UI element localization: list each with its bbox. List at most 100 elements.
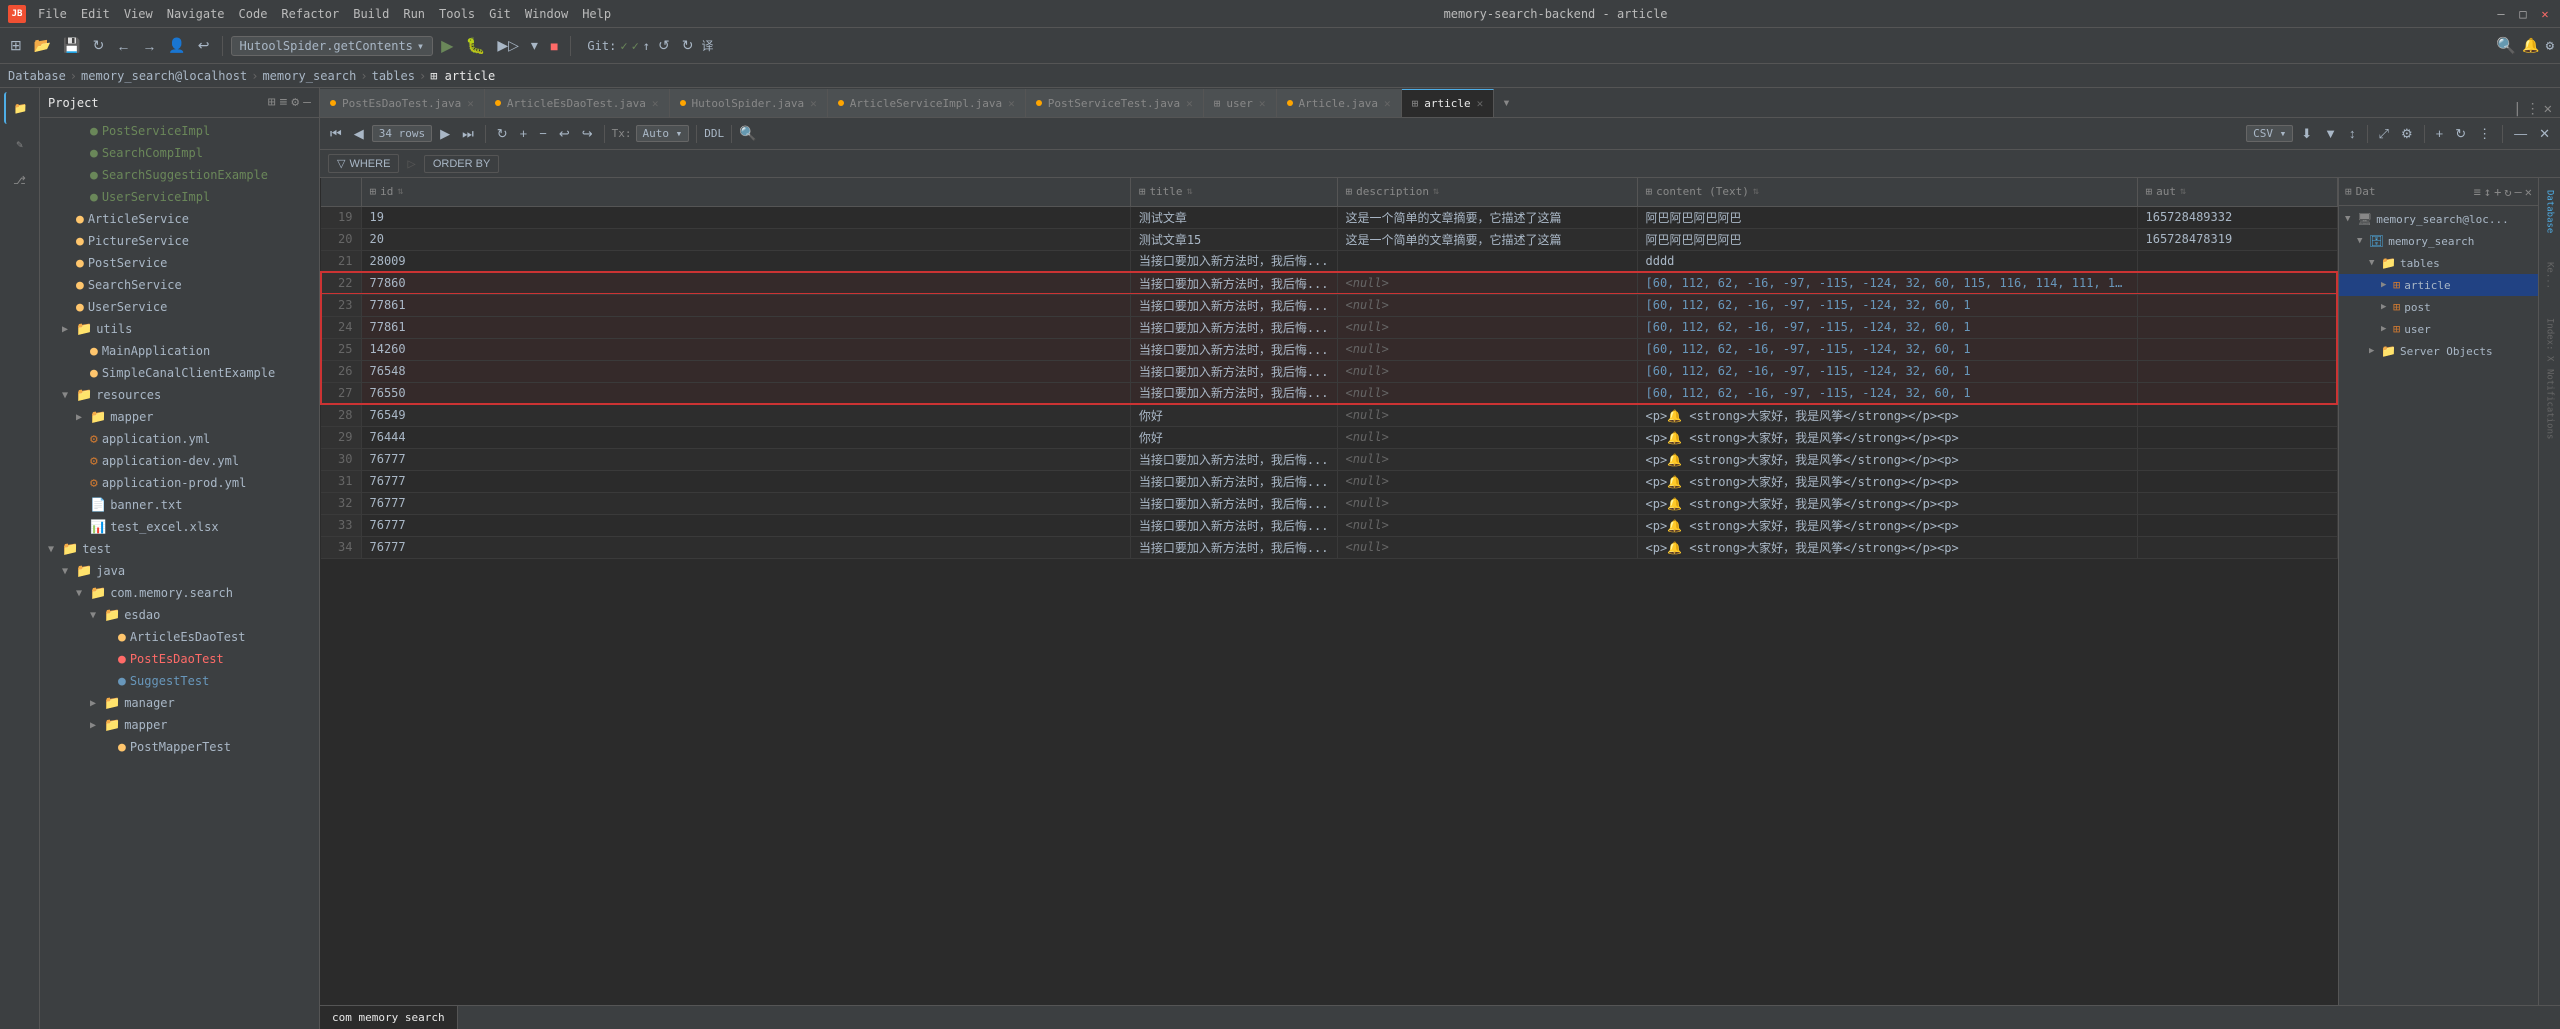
csv-dropdown[interactable]: CSV ▾ xyxy=(2246,125,2293,142)
tab-articleEsDaoTest[interactable]: ArticleEsDaoTest.java ✕ xyxy=(485,89,670,117)
back-button[interactable]: ← xyxy=(112,36,134,56)
bottom-tab-com-memory-search[interactable]: com memory search xyxy=(320,1006,458,1029)
author-cell[interactable]: 165728478319 xyxy=(2137,228,2337,250)
author-cell[interactable]: 165728489332 xyxy=(2137,206,2337,228)
collapse-all-icon[interactable]: ≡ xyxy=(280,95,288,110)
run-with-coverage-button[interactable]: ▶▷ xyxy=(493,35,523,56)
menu-edit[interactable]: Edit xyxy=(75,5,116,23)
table-row[interactable]: 32 76777 当接口要加入新方法时，我后悔... <null> <p>🔔 <… xyxy=(321,492,2337,514)
tree-item-esdao[interactable]: ▼ 📁 esdao xyxy=(40,604,319,626)
desc-cell[interactable]: <null> xyxy=(1337,294,1637,316)
search-icon[interactable]: 🔍 xyxy=(739,126,756,142)
title-cell[interactable]: 当接口要加入新方法时，我后悔... xyxy=(1130,316,1337,338)
close-panel-button[interactable]: ✕ xyxy=(2535,124,2554,144)
tab-postServiceTest[interactable]: PostServiceTest.java ✕ xyxy=(1026,89,1204,117)
more-db-button[interactable]: ⋮ xyxy=(2474,124,2495,144)
id-cell[interactable]: 76548 xyxy=(361,360,1130,382)
zoom-icon[interactable]: ⤢ xyxy=(2375,124,2393,144)
tree-item-postMapperTest[interactable]: ● PostMapperTest xyxy=(40,736,319,758)
menu-window[interactable]: Window xyxy=(519,5,574,23)
tab-close-icon[interactable]: ✕ xyxy=(652,97,659,110)
index-x-tab[interactable]: Index: X xyxy=(2541,310,2559,370)
next-page-button[interactable]: ▶ xyxy=(436,124,454,144)
undo-button[interactable]: ↩ xyxy=(194,35,214,56)
author-cell[interactable] xyxy=(2137,272,2337,294)
delete-row-button[interactable]: − xyxy=(535,124,551,143)
add-row-button[interactable]: + xyxy=(516,124,532,143)
author-cell[interactable] xyxy=(2137,294,2337,316)
first-page-button[interactable]: ⏮ xyxy=(326,124,346,144)
id-cell[interactable]: 77861 xyxy=(361,294,1130,316)
tree-item-resources[interactable]: ▼ 📁 resources xyxy=(40,384,319,406)
db-header-btn4[interactable]: ↻ xyxy=(2504,185,2511,199)
commit-sidebar-icon[interactable]: ✎ xyxy=(4,128,36,160)
tree-item-com-memory-search[interactable]: ▼ 📁 com.memory.search xyxy=(40,582,319,604)
tab-articleServiceImpl[interactable]: ArticleServiceImpl.java ✕ xyxy=(828,89,1026,117)
breadcrumb-tables[interactable]: tables xyxy=(372,69,415,83)
content-cell[interactable]: dddd xyxy=(1637,250,2137,272)
tx-dropdown[interactable]: Auto ▾ xyxy=(636,125,690,142)
settings-icon[interactable]: ⚙ xyxy=(291,95,299,110)
breadcrumb-article[interactable]: ⊞ article xyxy=(430,69,495,83)
db-tree-post[interactable]: ▶ ⊞ post xyxy=(2339,296,2538,318)
tree-item-appYml[interactable]: ⚙ application.yml xyxy=(40,428,319,450)
tree-item-userServiceImpl[interactable]: ● UserServiceImpl xyxy=(40,186,319,208)
tree-item-appDevYml[interactable]: ⚙ application-dev.yml xyxy=(40,450,319,472)
tree-item-postServiceImpl[interactable]: ● PostServiceImpl xyxy=(40,120,319,142)
title-cell[interactable]: 当接口要加入新方法时，我后悔... xyxy=(1130,448,1337,470)
tree-item-manager[interactable]: ▶ 📁 manager xyxy=(40,692,319,714)
desc-cell[interactable]: <null> xyxy=(1337,470,1637,492)
table-row[interactable]: 19 19 测试文章 这是一个简单的文章摘要，它描述了这篇 阿巴阿巴阿巴阿巴 1… xyxy=(321,206,2337,228)
last-page-button[interactable]: ⏭ xyxy=(458,124,478,144)
title-cell[interactable]: 当接口要加入新方法时，我后悔... xyxy=(1130,536,1337,558)
col-description[interactable]: ⊞ description ⇅ xyxy=(1337,178,1637,206)
tree-item-searchCompImpl[interactable]: ● SearchCompImpl xyxy=(40,142,319,164)
forward-button[interactable]: → xyxy=(138,36,160,56)
id-cell[interactable]: 76777 xyxy=(361,448,1130,470)
table-row[interactable]: 24 77861 当接口要加入新方法时，我后悔... <null> [60, 1… xyxy=(321,316,2337,338)
filter-button[interactable]: ▼ xyxy=(2320,124,2341,143)
tab-close-icon[interactable]: ✕ xyxy=(810,97,817,110)
id-cell[interactable]: 76550 xyxy=(361,382,1130,404)
rows-dropdown[interactable]: 34 rows xyxy=(372,125,432,142)
content-cell[interactable]: <p>🔔 <strong>大家好，我是风筝</strong></p><p> xyxy=(1637,404,2137,426)
title-cell[interactable]: 当接口要加入新方法时，我后悔... xyxy=(1130,514,1337,536)
menu-tools[interactable]: Tools xyxy=(433,5,481,23)
author-cell[interactable] xyxy=(2137,448,2337,470)
tree-item-pictureService[interactable]: ● PictureService xyxy=(40,230,319,252)
notifications-tab[interactable]: Notifications xyxy=(2541,374,2559,434)
desc-cell[interactable]: <null> xyxy=(1337,448,1637,470)
tree-item-searchService[interactable]: ● SearchService xyxy=(40,274,319,296)
open-button[interactable]: 📂 xyxy=(30,35,55,56)
table-row[interactable]: 29 76444 你好 <null> <p>🔔 <strong>大家好，我是风筝… xyxy=(321,426,2337,448)
tree-item-banner[interactable]: 📄 banner.txt xyxy=(40,494,319,516)
db-header-btn3[interactable]: + xyxy=(2494,185,2501,199)
tab-articleJava[interactable]: Article.java ✕ xyxy=(1277,89,1402,117)
close-all-icon[interactable]: ✕ xyxy=(2544,101,2552,117)
run-button[interactable]: ▶ xyxy=(437,34,457,58)
id-cell[interactable]: 77860 xyxy=(361,272,1130,294)
db-tree-user[interactable]: ▶ ⊞ user xyxy=(2339,318,2538,340)
title-cell[interactable]: 测试文章 xyxy=(1130,206,1337,228)
author-cell[interactable] xyxy=(2137,250,2337,272)
tab-overflow-button[interactable]: ▾ xyxy=(1494,89,1518,117)
breadcrumb-host[interactable]: memory_search@localhost xyxy=(81,69,247,83)
tree-item-articleEsDaoTest[interactable]: ● ArticleEsDaoTest xyxy=(40,626,319,648)
tree-item-test[interactable]: ▼ 📁 test xyxy=(40,538,319,560)
title-cell[interactable]: 当接口要加入新方法时，我后悔... xyxy=(1130,382,1337,404)
title-cell[interactable]: 当接口要加入新方法时，我后悔... xyxy=(1130,338,1337,360)
table-row[interactable]: 27 76550 当接口要加入新方法时，我后悔... <null> [60, 1… xyxy=(321,382,2337,404)
content-cell[interactable]: <p>🔔 <strong>大家好，我是风筝</strong></p><p> xyxy=(1637,514,2137,536)
table-row[interactable]: 34 76777 当接口要加入新方法时，我后悔... <null> <p>🔔 <… xyxy=(321,536,2337,558)
author-cell[interactable] xyxy=(2137,382,2337,404)
id-cell[interactable]: 19 xyxy=(361,206,1130,228)
stop-button[interactable]: ■ xyxy=(546,36,562,56)
title-cell[interactable]: 当接口要加入新方法时，我后悔... xyxy=(1130,294,1337,316)
tab-hutoolSpider[interactable]: HutoolSpider.java ✕ xyxy=(670,89,828,117)
more-run-button[interactable]: ▾ xyxy=(527,35,542,56)
table-row[interactable]: 23 77861 当接口要加入新方法时，我后悔... <null> [60, 1… xyxy=(321,294,2337,316)
content-cell[interactable]: <p>🔔 <strong>大家好，我是风筝</strong></p><p> xyxy=(1637,492,2137,514)
debug-button[interactable]: 🐛 xyxy=(461,34,489,58)
close-button[interactable]: ✕ xyxy=(2538,7,2552,21)
id-cell[interactable]: 76777 xyxy=(361,514,1130,536)
